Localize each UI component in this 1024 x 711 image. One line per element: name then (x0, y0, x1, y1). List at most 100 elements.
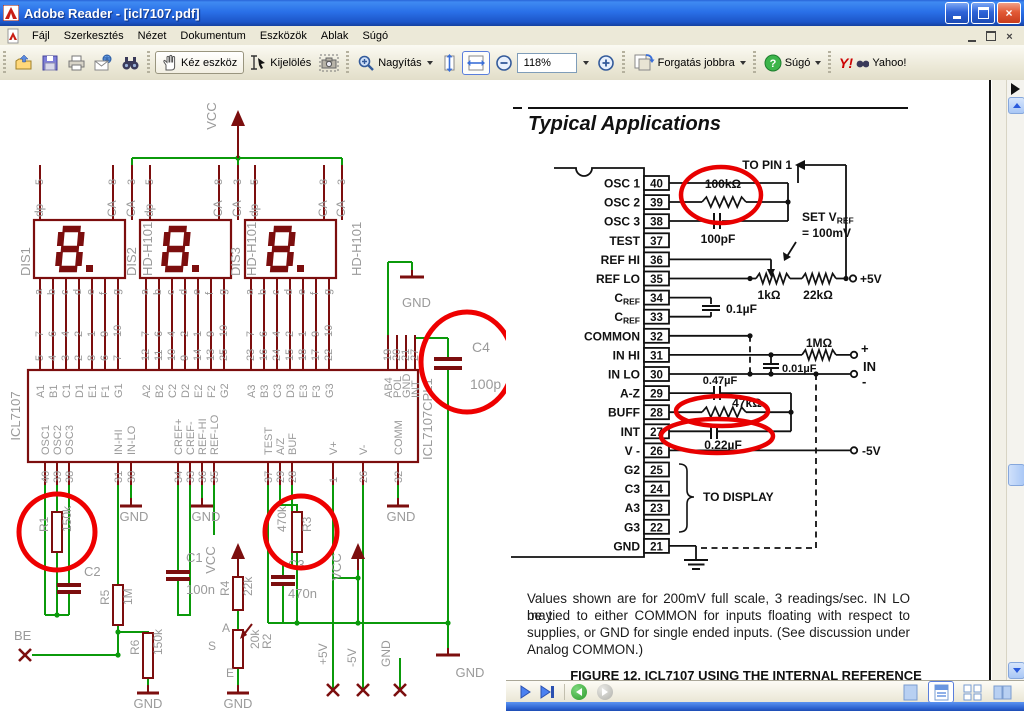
pin-label: INT (621, 425, 641, 439)
menu-window[interactable]: Ablak (314, 28, 356, 44)
gnd-label: GND (387, 509, 416, 524)
pot-terminal: A (222, 621, 230, 635)
zoom-out-button[interactable] (492, 52, 516, 74)
fit-page-button[interactable] (438, 51, 460, 75)
toolbar-grip[interactable] (621, 50, 625, 75)
zoom-in-magnifier-icon (358, 55, 375, 71)
help-button[interactable]: ? Súgó (761, 52, 825, 74)
last-page-button[interactable] (536, 683, 558, 701)
pin-number: 26 (650, 446, 663, 458)
toolbar-grip[interactable] (147, 50, 150, 75)
window-bottom-strip (506, 702, 1024, 711)
to-display-label: TO DISPLAY (703, 490, 774, 504)
hand-tool-button[interactable]: Kéz eszköz (155, 51, 245, 74)
to-pin-1-label: TO PIN 1 (742, 158, 792, 172)
close-button[interactable]: × (997, 2, 1021, 24)
next-view-button[interactable] (597, 684, 613, 700)
zoom-tool-button[interactable]: Nagyítás (354, 52, 435, 74)
gnd-label: GND (402, 295, 431, 310)
toolbar-grip[interactable] (3, 50, 6, 75)
pin-number: 32 (650, 331, 663, 343)
fit-width-button[interactable] (461, 50, 490, 75)
vertical-scrollbar[interactable] (1006, 80, 1024, 680)
ic-pin-number: 1 (328, 477, 340, 483)
next-page-button[interactable] (514, 683, 536, 701)
segment-label: d (72, 289, 84, 295)
ic-top-pin-name: E2 (193, 385, 205, 398)
display-pin-number: 7 (34, 331, 46, 337)
menu-edit[interactable]: Szerkesztés (57, 28, 131, 44)
email-button[interactable] (91, 52, 116, 74)
page-gutter (992, 80, 1006, 680)
zoom-level-dropdown[interactable] (578, 59, 592, 67)
toolbar-grip[interactable] (346, 50, 350, 75)
scroll-down-button[interactable] (1008, 662, 1024, 679)
display-pin-label: CA (230, 200, 244, 217)
ic-pin-number: 9 (179, 355, 191, 361)
scrollbar-thumb[interactable] (1008, 464, 1024, 486)
menu-help[interactable]: Súgó (355, 28, 395, 44)
menu-document[interactable]: Dokumentum (173, 28, 252, 44)
save-button[interactable] (38, 52, 62, 74)
zoom-level-input[interactable]: 118% (516, 52, 577, 73)
hand-tool-label: Kéz eszköz (181, 56, 238, 69)
yahoo-icon: Y! (839, 55, 870, 71)
open-button[interactable] (11, 52, 36, 74)
gnd-label: GND (192, 509, 221, 524)
gnd-label: GND (120, 509, 149, 524)
component-name: C1 (186, 550, 203, 565)
menu-view[interactable]: Nézet (131, 28, 174, 44)
ic-pin-number: 28 (287, 471, 299, 483)
ic-pin-number: 14 (192, 349, 204, 361)
help-icon: ? (764, 54, 782, 71)
component-name: C2 (84, 564, 101, 579)
display-pin-number: 9 (310, 331, 322, 337)
ic-pin-number: 23 (245, 349, 257, 361)
resistor-value: 1MΩ (806, 336, 833, 350)
print-button[interactable] (64, 52, 89, 74)
doc-minimize-icon[interactable] (965, 30, 978, 42)
toolbar-grip[interactable] (828, 50, 832, 75)
capacitor-value: 100pF (701, 232, 736, 246)
minimize-button[interactable] (945, 2, 969, 24)
zoom-in-button[interactable] (594, 52, 618, 74)
doc-restore-icon[interactable] (984, 30, 997, 42)
vcc-label: VCC (203, 546, 218, 573)
ic-pin-number: 10 (166, 349, 178, 361)
yahoo-button[interactable]: Y! Yahoo! (836, 53, 909, 73)
adobe-reader-window: Adobe Reader - [icl7107.pdf] × Fájl Szer… (0, 0, 1024, 711)
article-thread-icon[interactable] (1011, 83, 1020, 95)
figure-drawing: OSC 1 40 OSC 2 39 OSC 3 38 TEST 37 REF HI 36 REF L… (511, 158, 882, 570)
toolbar-grip[interactable] (752, 50, 756, 75)
chevron-down-icon (582, 60, 589, 65)
gnd-label: GND (224, 696, 253, 711)
menu-file[interactable]: Fájl (25, 28, 57, 44)
window-title: Adobe Reader - [icl7107.pdf] (24, 5, 200, 21)
scroll-up-button[interactable] (1008, 97, 1024, 114)
chevron-down-icon (815, 60, 822, 65)
input-label: IN (863, 359, 876, 374)
display-pin-number: 4 (166, 331, 178, 337)
search-button[interactable] (118, 52, 143, 74)
display-pin-label: dp (32, 203, 46, 217)
rotate-right-label: Forgatás jobbra (657, 56, 735, 69)
previous-view-button[interactable] (571, 684, 587, 700)
doc-close-icon[interactable]: × (1003, 30, 1016, 42)
component-value: 470k (275, 505, 289, 532)
capacitor-value: 0.01µF (782, 363, 817, 375)
ic-top-pin-name: D1 (74, 384, 86, 398)
continuous-facing-layout-button[interactable] (960, 682, 984, 702)
continuous-layout-button[interactable] (928, 681, 954, 703)
rotate-right-button[interactable]: Forgatás jobbra (630, 51, 749, 74)
restore-button[interactable] (971, 2, 995, 24)
snapshot-button[interactable] (316, 52, 342, 74)
menu-tools[interactable]: Eszközök (253, 28, 314, 44)
single-page-layout-button[interactable] (898, 682, 922, 702)
facing-layout-button[interactable] (990, 682, 1014, 702)
ic-pin-number: 18 (297, 349, 309, 361)
figure-caption: FIGURE 12. ICL7107 USING THE INTERNAL RE… (570, 668, 922, 680)
capacitor-value: 0.47µF (703, 375, 738, 387)
ic-pin-number: 25 (218, 349, 230, 361)
ic-pin-number: 4 (47, 355, 59, 361)
select-tool-button[interactable]: Kijelölés (246, 52, 314, 73)
